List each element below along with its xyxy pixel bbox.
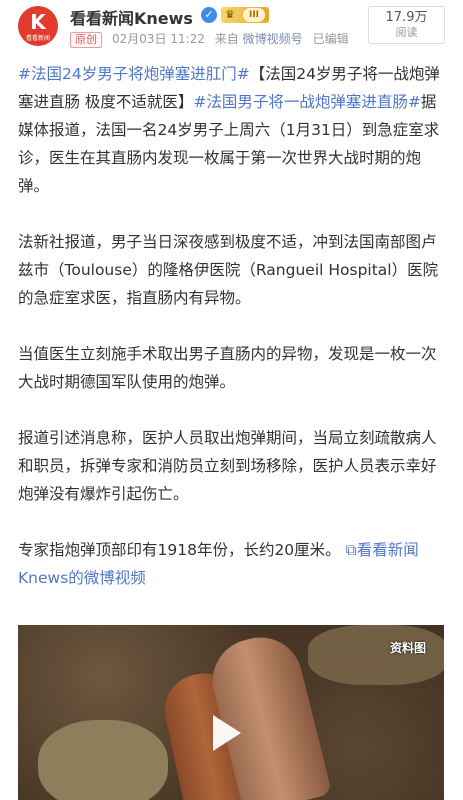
hashtag-link[interactable]: #法国男子将一战炮弹塞进直肠# [193, 93, 420, 111]
paragraph-4: 报道引述消息称，医护人员取出炮弹期间，当局立刻疏散病人和职员，拆弹专家和消防员立… [18, 429, 437, 503]
views-count: 17.9万 [385, 10, 428, 25]
views-box: 17.9万 阅读 [368, 6, 445, 44]
account-name[interactable]: 看看新闻Knews [70, 5, 193, 29]
avatar[interactable]: K 看看新闻 [18, 6, 58, 46]
post-date: 02月03日 11:22 [112, 32, 205, 46]
post-body: #法国24岁男子将炮弹塞进肛门#【法国24岁男子将一战炮弹塞进直肠 极度不适就医… [18, 60, 448, 620]
paragraph-5: 专家指炮弹顶部印有1918年份，长约20厘米。 ⧉看看新闻Knews的微博视频 [18, 536, 448, 592]
body-text: 专家指炮弹顶部印有1918年份，长约20厘米。 [18, 541, 341, 559]
hashtag-link[interactable]: #法国24岁男子将炮弹塞进肛门# [18, 65, 250, 83]
video-label: 资料图 [389, 641, 426, 655]
play-icon[interactable] [213, 715, 241, 751]
video-link-icon: ⧉ [345, 541, 357, 559]
post-header: K 看看新闻 看看新闻Knews ✓ ♛ III 原创 02月03日 11:22 … [0, 0, 463, 50]
crown-icon: ♛ [225, 8, 235, 21]
paragraph-1: #法国24岁男子将炮弹塞进肛门#【法国24岁男子将一战炮弹塞进直肠 极度不适就医… [18, 60, 448, 200]
source-prefix: 来自 [214, 32, 239, 46]
vip-badge[interactable]: ♛ III [221, 7, 269, 23]
vip-level: III [243, 8, 265, 22]
edited-label[interactable]: 已编辑 [313, 32, 349, 46]
post-meta: 原创 02月03日 11:22 来自 微博视频号 已编辑 [70, 30, 349, 48]
paragraph-2: 法新社报道，男子当日深夜感到极度不适，冲到法国南部图卢兹市（Toulouse）的… [18, 233, 439, 307]
avatar-logo: K [30, 10, 46, 34]
verified-badge-icon: ✓ [201, 7, 217, 23]
video-player[interactable]: 资料图 [18, 625, 444, 800]
avatar-caption: 看看新闻 [25, 35, 50, 42]
paragraph-3: 当值医生立刻施手术取出男子直肠内的异物，发现是一枚一次大战时期德国军队使用的炮弹… [18, 345, 437, 391]
original-tag: 原创 [70, 32, 102, 48]
thumbnail-rock [38, 720, 168, 800]
views-label: 阅读 [395, 26, 418, 39]
source-link[interactable]: 微博视频号 [243, 32, 303, 46]
